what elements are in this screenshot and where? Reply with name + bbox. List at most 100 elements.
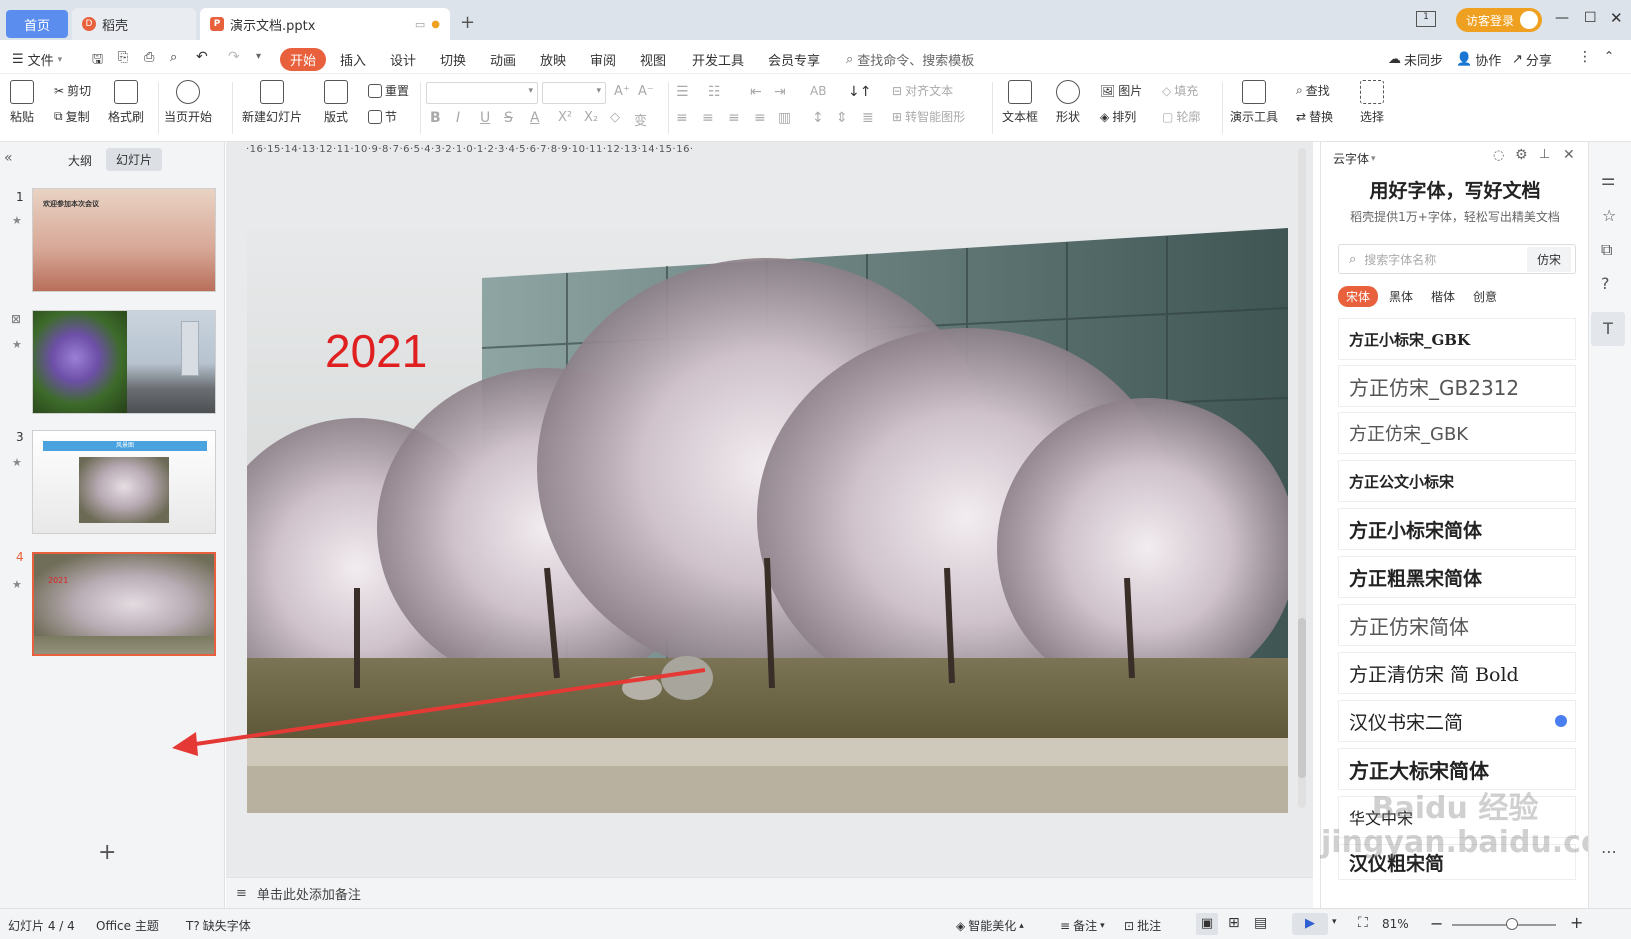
- italic-icon[interactable]: I: [456, 110, 460, 126]
- star-icon[interactable]: ★: [12, 338, 22, 351]
- menu-slideshow[interactable]: 放映: [540, 50, 566, 69]
- font-panel-toggle-icon[interactable]: T: [1591, 312, 1625, 346]
- menu-animation[interactable]: 动画: [490, 50, 516, 69]
- zoom-out-icon[interactable]: −: [1430, 914, 1443, 933]
- layout-button[interactable]: 版式: [324, 80, 348, 125]
- notes-placeholder[interactable]: 单击此处添加备注: [257, 884, 361, 903]
- share-button[interactable]: ↗ 分享: [1512, 50, 1552, 69]
- font-item[interactable]: 方正粗黑宋简体: [1338, 556, 1576, 598]
- font-item[interactable]: 华文中宋: [1338, 796, 1576, 838]
- command-search[interactable]: ⌕ 查找命令、搜索模板: [846, 50, 974, 69]
- justify-icon[interactable]: ≡: [754, 110, 766, 126]
- feedback-icon[interactable]: ◌: [1493, 148, 1504, 163]
- font-item[interactable]: 方正清仿宋 简 Bold: [1338, 652, 1576, 694]
- picture-button[interactable]: 🖼 图片: [1100, 82, 1142, 99]
- menu-design[interactable]: 设计: [390, 50, 416, 69]
- help-icon[interactable]: ?: [1601, 274, 1610, 293]
- reset-button[interactable]: 重置: [368, 82, 409, 99]
- font-item[interactable]: 汉仪书宋二简: [1338, 700, 1576, 742]
- menu-member[interactable]: 会员专享: [768, 50, 820, 69]
- menu-review[interactable]: 审阅: [590, 50, 616, 69]
- close-icon[interactable]: ✕: [1610, 9, 1623, 27]
- zoom-level[interactable]: 81%: [1382, 917, 1409, 931]
- slide-thumb-3[interactable]: 风景图: [32, 430, 216, 534]
- collab-button[interactable]: 👤 协作: [1456, 50, 1501, 69]
- chevron-down-icon[interactable]: ▾: [1332, 917, 1337, 927]
- print-icon[interactable]: ⎙: [144, 50, 154, 65]
- tab-document[interactable]: P 演示文档.pptx ▭ ●: [200, 8, 450, 40]
- more-icon[interactable]: ⋮: [1578, 49, 1592, 65]
- category-kaiti[interactable]: 楷体: [1431, 288, 1455, 305]
- sort-icon[interactable]: ↓↑: [848, 84, 871, 100]
- bullets-icon[interactable]: ☰: [676, 84, 689, 100]
- format-painter-button[interactable]: 格式刷: [108, 80, 144, 125]
- align-left-icon[interactable]: ≡: [676, 110, 688, 126]
- animation-star-icon[interactable]: ☆: [1602, 206, 1616, 225]
- distribute-icon[interactable]: ▥: [778, 110, 791, 126]
- spacing-options-icon[interactable]: ≣: [862, 110, 874, 126]
- slide-thumb-2[interactable]: [32, 310, 216, 414]
- collapse-ribbon-icon[interactable]: ⌃: [1604, 49, 1614, 63]
- tab-slides[interactable]: 幻灯片: [106, 148, 163, 171]
- font-search-input[interactable]: ⌕ 搜索字体名称 仿宋: [1338, 244, 1576, 274]
- visitor-login-button[interactable]: 访客登录: [1456, 8, 1543, 32]
- zoom-in-icon[interactable]: +: [1570, 913, 1583, 932]
- more-icon[interactable]: ⋯: [1601, 842, 1617, 861]
- cloud-font-dropdown[interactable]: 云字体 ▾: [1333, 150, 1376, 167]
- font-family-select[interactable]: ▾: [426, 82, 538, 104]
- window-layout-icon[interactable]: 1: [1416, 11, 1436, 27]
- text-direction-icon[interactable]: AB: [810, 84, 826, 98]
- close-icon[interactable]: ✕: [1563, 147, 1575, 163]
- font-item[interactable]: 汉仪粗宋简: [1338, 844, 1576, 880]
- align-center-icon[interactable]: ≡: [702, 110, 714, 126]
- menu-developer[interactable]: 开发工具: [692, 50, 744, 69]
- notes-bar[interactable]: ≡ 单击此处添加备注: [226, 877, 1313, 908]
- tab-outline[interactable]: 大纲: [68, 152, 92, 169]
- select-button[interactable]: 选择: [1360, 80, 1384, 125]
- print-preview-icon[interactable]: ⌕: [170, 50, 177, 65]
- numbering-icon[interactable]: ☷: [708, 84, 721, 100]
- zoom-slider-thumb[interactable]: [1506, 918, 1518, 930]
- comments-button[interactable]: ⊡ 批注: [1124, 917, 1161, 934]
- font-search-tag[interactable]: 仿宋: [1526, 246, 1571, 272]
- phonetic-icon[interactable]: 变: [634, 110, 647, 129]
- missing-font-button[interactable]: T? 缺失字体: [186, 917, 251, 934]
- menu-start[interactable]: 开始: [280, 48, 327, 71]
- menu-transition[interactable]: 切换: [440, 50, 466, 69]
- category-heiti[interactable]: 黑体: [1389, 288, 1413, 305]
- slide-year-text[interactable]: 2021: [325, 324, 427, 378]
- category-creative[interactable]: 创意: [1473, 288, 1497, 305]
- fill-button[interactable]: ◇ 填充: [1162, 82, 1198, 99]
- normal-view-icon[interactable]: ▣: [1196, 913, 1218, 935]
- add-slide-button[interactable]: +: [98, 840, 116, 865]
- star-icon[interactable]: ★: [12, 456, 22, 469]
- line-spacing-icon[interactable]: ↕: [812, 110, 824, 126]
- new-tab-button[interactable]: +: [460, 12, 475, 33]
- pin-icon[interactable]: ⊥: [1539, 147, 1550, 162]
- gear-icon[interactable]: ⚙: [1515, 147, 1528, 163]
- zoom-slider[interactable]: [1452, 918, 1556, 930]
- font-item[interactable]: 方正小标宋_GBK: [1338, 318, 1576, 360]
- menu-view[interactable]: 视图: [640, 50, 666, 69]
- customize-chevron-icon[interactable]: ▾: [256, 51, 261, 62]
- undo-icon[interactable]: ↶: [196, 49, 208, 65]
- font-item[interactable]: 方正小标宋简体: [1338, 508, 1576, 550]
- decrease-font-icon[interactable]: A⁻: [638, 84, 654, 99]
- superscript-icon[interactable]: X²: [558, 110, 572, 125]
- font-color-icon[interactable]: A: [530, 110, 540, 126]
- outdent-icon[interactable]: ⇤: [750, 84, 762, 100]
- shape-button[interactable]: 形状: [1056, 80, 1080, 125]
- minimize-icon[interactable]: —: [1555, 10, 1569, 26]
- collapse-panel-icon[interactable]: «: [4, 150, 13, 166]
- copy-button[interactable]: ⧉ 复制: [54, 108, 90, 125]
- font-item[interactable]: 方正仿宋_GBK: [1338, 412, 1576, 454]
- find-button[interactable]: ⌕ 查找: [1296, 82, 1330, 99]
- theme-name[interactable]: Office 主题: [96, 917, 159, 934]
- tab-home[interactable]: 首页: [6, 10, 68, 38]
- window-icon[interactable]: ▭: [415, 18, 425, 31]
- clear-format-icon[interactable]: ◇: [610, 110, 620, 125]
- beautify-button[interactable]: ◈ 智能美化 ▴: [956, 917, 1024, 934]
- font-item[interactable]: 方正仿宋_GB2312: [1338, 365, 1576, 407]
- star-icon[interactable]: ★: [12, 214, 22, 227]
- fit-window-icon[interactable]: ⛶: [1358, 915, 1368, 931]
